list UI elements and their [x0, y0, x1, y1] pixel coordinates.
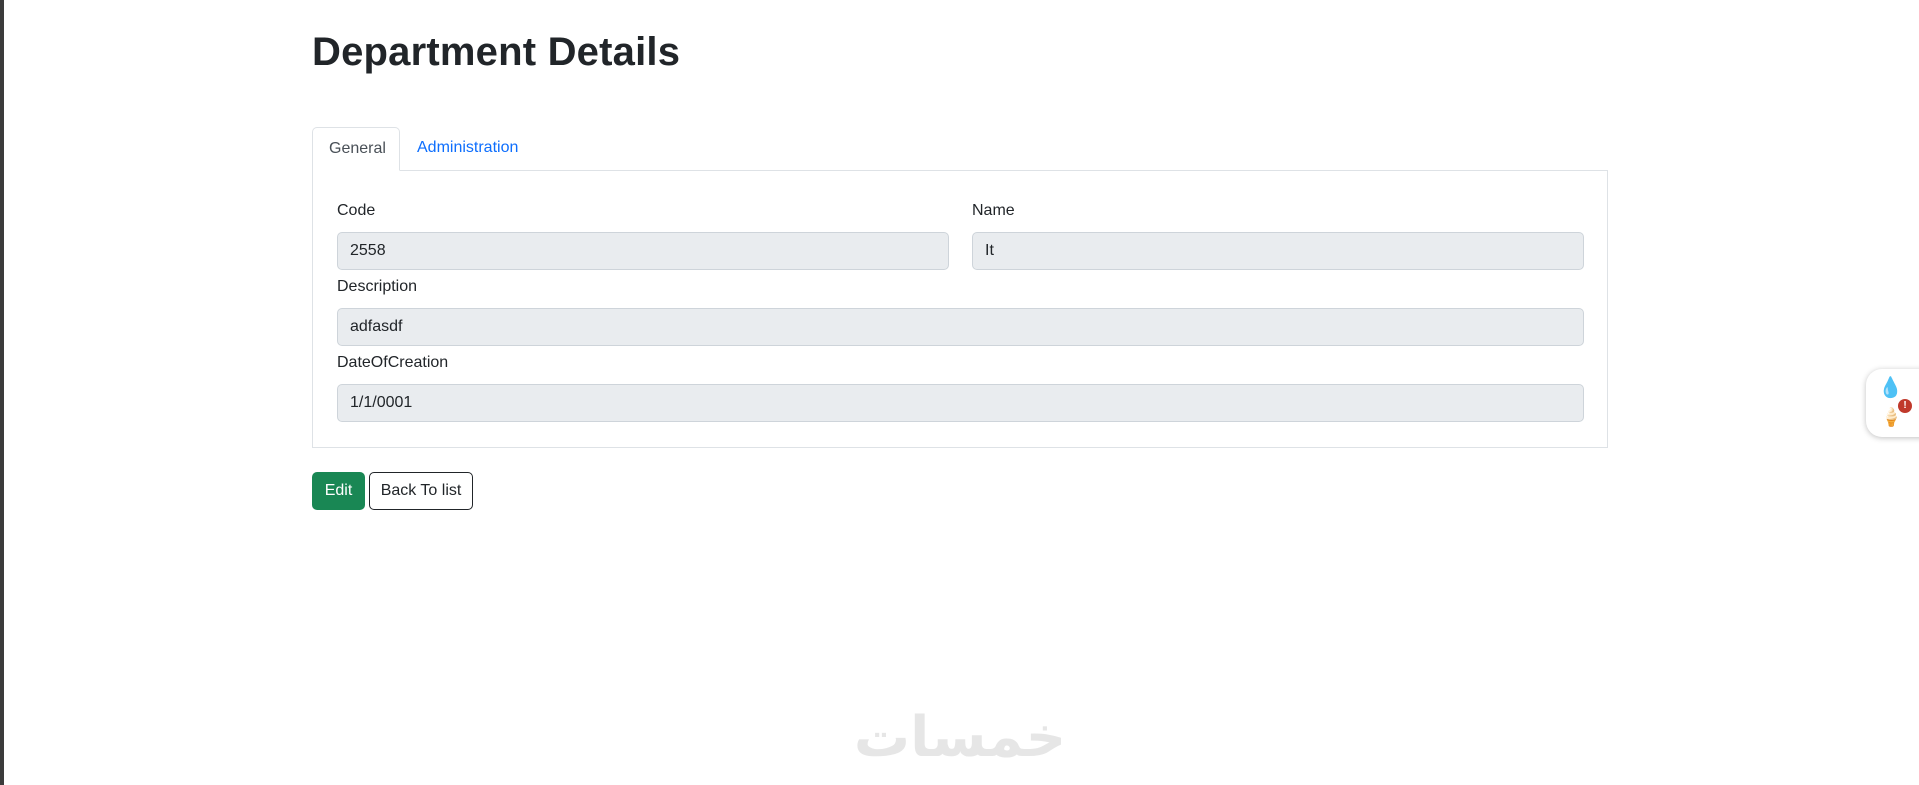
back-to-list-button[interactable]: Back To list: [369, 472, 473, 510]
floating-side-widget[interactable]: 💧 🍦 !: [1866, 369, 1919, 437]
name-label: Name: [972, 202, 1015, 219]
tab-general[interactable]: General: [312, 127, 400, 171]
tab-administration[interactable]: Administration: [401, 127, 534, 169]
watermark-logo: خمسات: [853, 705, 1067, 770]
water-drop-icon[interactable]: 💧: [1878, 375, 1903, 400]
window-border: [0, 0, 4, 785]
code-field[interactable]: 2558: [337, 232, 949, 270]
code-label: Code: [337, 202, 376, 219]
edit-button[interactable]: Edit: [312, 472, 365, 510]
notification-badge: !: [1898, 399, 1912, 413]
description-label: Description: [337, 278, 418, 295]
description-field[interactable]: adfasdf: [337, 308, 1584, 346]
name-field[interactable]: It: [972, 232, 1584, 270]
date-of-creation-field[interactable]: 1/1/0001: [337, 384, 1584, 422]
general-tab-panel: Code 2558 Name It Description adfasdf Da…: [312, 170, 1608, 448]
date-of-creation-label: DateOfCreation: [337, 354, 449, 371]
page-title: Department Details: [312, 30, 681, 74]
tab-bar: General Administration: [312, 127, 1608, 171]
